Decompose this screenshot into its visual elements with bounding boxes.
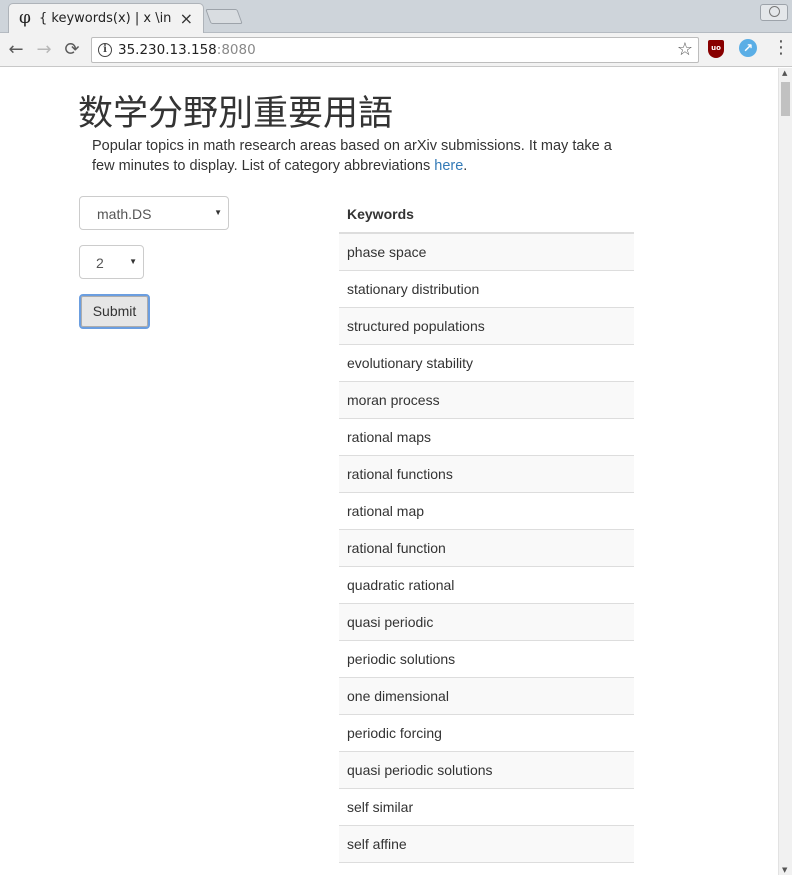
browser-menu-icon[interactable]: ⋮	[772, 38, 790, 58]
bookmark-star-icon[interactable]: ☆	[677, 39, 693, 60]
url-port: :8080	[216, 42, 256, 58]
table-row: quasi periodic solutions	[339, 750, 634, 788]
table-row: quadratic rational	[339, 565, 634, 603]
keyword-cell: quadratic rational	[339, 565, 634, 603]
table-row: stationary distribution	[339, 269, 634, 307]
phi-favicon-icon: φ	[19, 8, 31, 28]
keyword-cell: quasi periodic solutions	[339, 750, 634, 788]
tab-strip: φ { keywords(x) | x \in ×	[0, 0, 792, 33]
page-content: 数学分野別重要用語 Popular topics in math researc…	[0, 68, 778, 875]
keyword-cell: rational function	[339, 528, 634, 566]
table-row: quasi periodic	[339, 602, 634, 640]
keyword-cell: self similar	[339, 787, 634, 825]
intro-text: Popular topics in math research areas ba…	[92, 136, 637, 176]
reload-icon[interactable]: ⟳	[61, 39, 83, 61]
browser-tab[interactable]: φ { keywords(x) | x \in ×	[8, 3, 204, 33]
table-row: moran process	[339, 380, 634, 418]
table-row: rational functions	[339, 454, 634, 492]
scroll-thumb[interactable]	[781, 82, 790, 116]
back-arrow-icon[interactable]: ←	[5, 39, 27, 61]
keyword-cell: one dimensional	[339, 676, 634, 714]
category-select[interactable]: math.DS ▼	[79, 196, 229, 230]
keyword-cell: self similar sets	[339, 861, 634, 875]
ngram-select[interactable]: 2 ▼	[79, 245, 144, 279]
keyword-cell: periodic forcing	[339, 713, 634, 751]
info-icon[interactable]: i	[98, 43, 112, 57]
forward-arrow-icon[interactable]: →	[33, 39, 55, 61]
ublock-extension-icon[interactable]: uo	[708, 40, 724, 58]
url-host: 35.230.13.158	[118, 42, 217, 58]
keywords-table-body: phase space stationary distribution struct…	[339, 232, 634, 875]
table-row: evolutionary stability	[339, 343, 634, 381]
table-row: self affine	[339, 824, 634, 862]
keyword-cell: stationary distribution	[339, 269, 634, 307]
keyword-cell: structured populations	[339, 306, 634, 344]
ngram-select-value: 2	[96, 255, 104, 271]
keyword-cell: rational maps	[339, 417, 634, 455]
table-row: structured populations	[339, 306, 634, 344]
chevron-down-icon: ▼	[129, 257, 137, 266]
keyword-cell: phase space	[339, 232, 634, 270]
address-bar[interactable]: i 35.230.13.158:8080 ☆	[91, 37, 699, 63]
table-header-row: Keywords	[339, 195, 634, 234]
category-select-value: math.DS	[97, 206, 152, 222]
table-row: rational function	[339, 528, 634, 566]
profile-icon[interactable]	[760, 4, 788, 21]
keyword-cell: moran process	[339, 380, 634, 418]
table-row: periodic solutions	[339, 639, 634, 677]
extension-icon[interactable]: ↗	[739, 39, 757, 57]
tab-title: { keywords(x) | x \in	[39, 11, 172, 26]
keywords-column-header: Keywords	[339, 195, 634, 234]
page-title: 数学分野別重要用語	[78, 94, 394, 134]
scroll-down-arrow-icon[interactable]: ▼	[782, 866, 787, 874]
keyword-cell: self affine	[339, 824, 634, 862]
table-row: phase space	[339, 232, 634, 270]
intro-body: Popular topics in math research areas ba…	[92, 138, 612, 174]
scroll-up-arrow-icon[interactable]: ▲	[782, 69, 787, 77]
new-tab-button[interactable]	[205, 9, 243, 24]
table-row: self similar	[339, 787, 634, 825]
table-row: self similar sets	[339, 861, 634, 875]
intro-period: .	[463, 158, 468, 174]
submit-button[interactable]: Submit	[79, 294, 150, 329]
category-abbreviations-link[interactable]: here	[434, 158, 463, 174]
keyword-cell: rational functions	[339, 454, 634, 492]
browser-toolbar: ← → ⟳ i 35.230.13.158:8080 ☆	[0, 33, 792, 67]
keyword-cell: evolutionary stability	[339, 343, 634, 381]
keyword-cell: periodic solutions	[339, 639, 634, 677]
table-row: rational map	[339, 491, 634, 529]
keyword-cell: rational map	[339, 491, 634, 529]
table-row: one dimensional	[339, 676, 634, 714]
page-scrollbar[interactable]: ▲ ▼	[778, 68, 792, 875]
table-row: rational maps	[339, 417, 634, 455]
url-text[interactable]: 35.230.13.158:8080	[118, 42, 256, 58]
table-row: periodic forcing	[339, 713, 634, 751]
close-icon[interactable]: ×	[180, 9, 193, 28]
keywords-table: Keywords phase space stationary distribut…	[339, 195, 634, 875]
keyword-cell: quasi periodic	[339, 602, 634, 640]
chevron-down-icon: ▼	[214, 208, 222, 217]
